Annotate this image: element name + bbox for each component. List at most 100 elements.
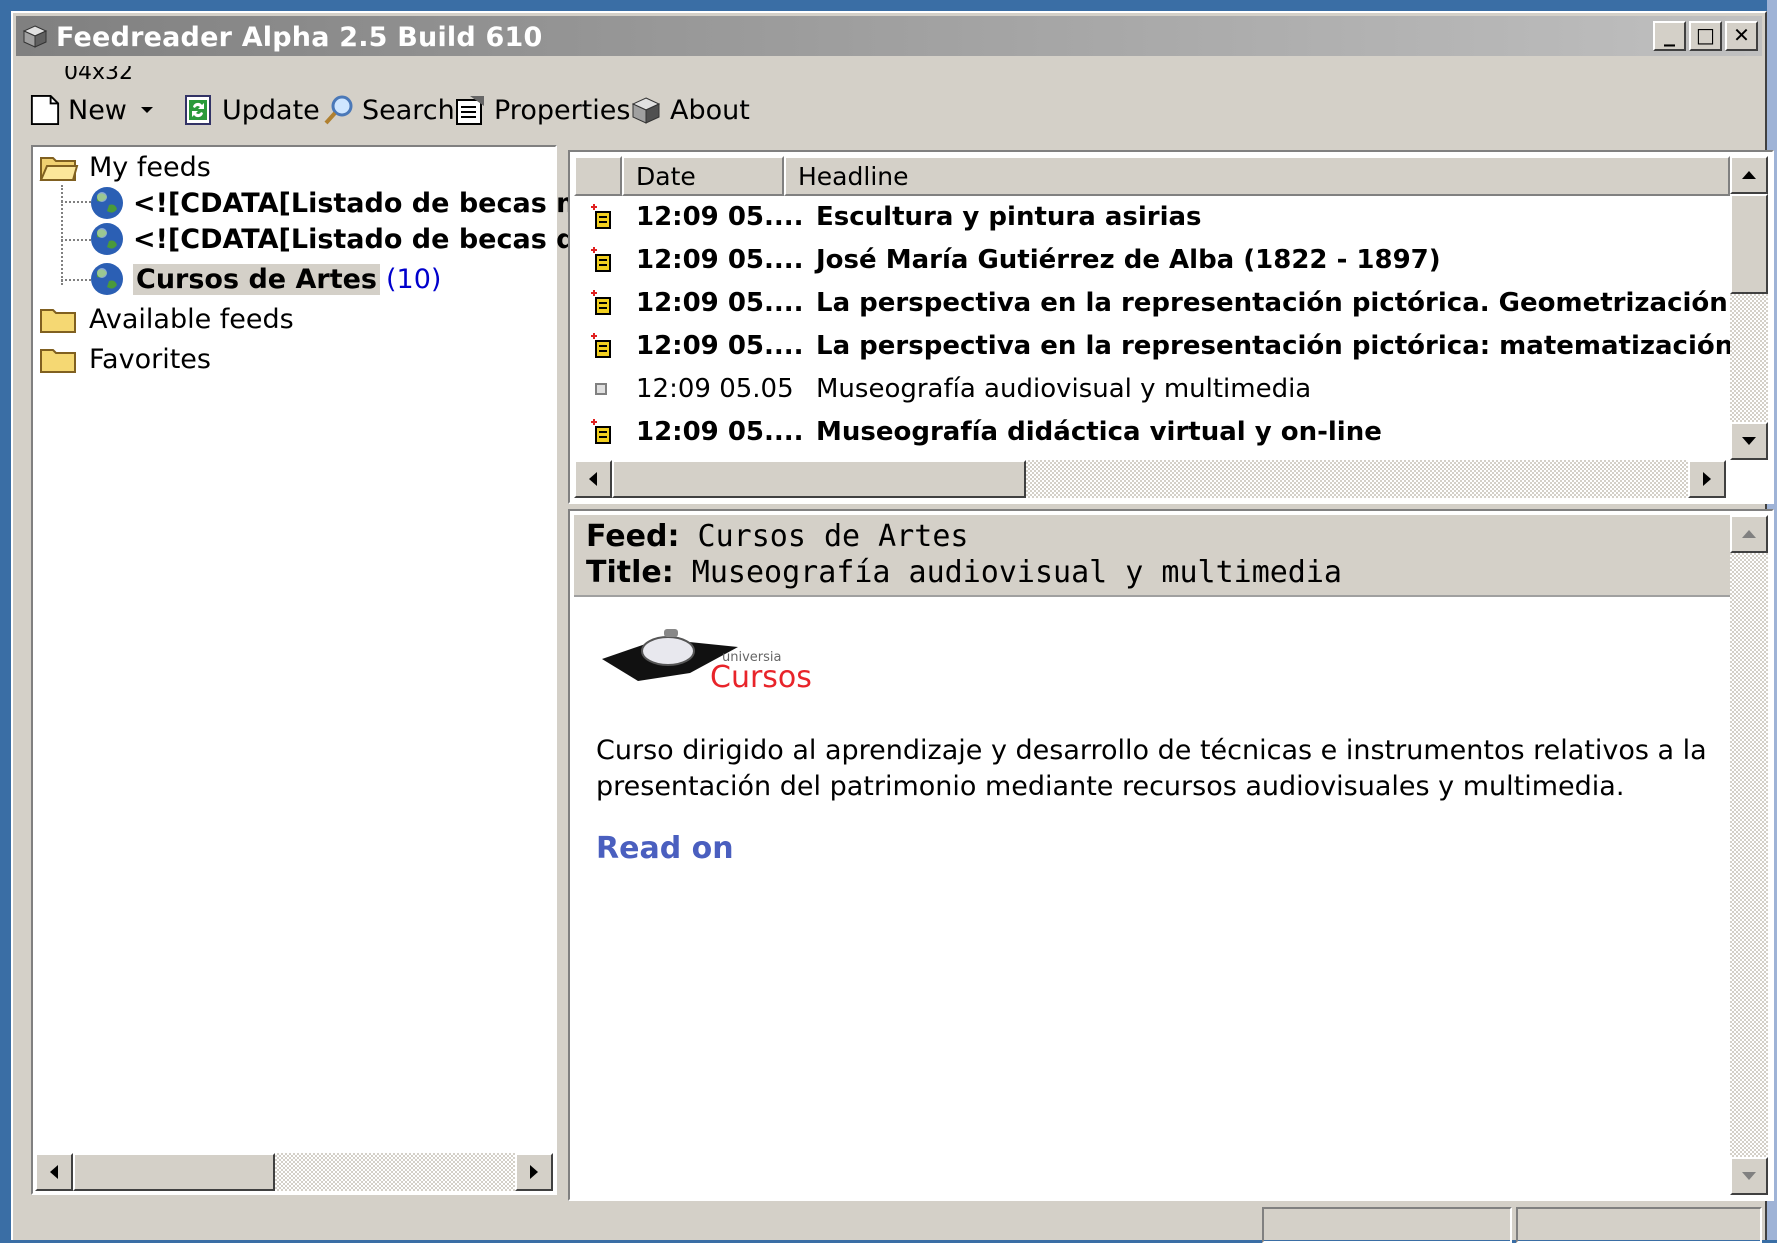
row-headline: La perspectiva en la representación pict… [816,331,1730,361]
about-cube-icon [631,97,661,124]
scroll-right-button[interactable] [515,1153,553,1191]
tree-item-feed[interactable]: <![CDATA[Listado de becas d [89,221,576,257]
row-date: 12:09 05.... [636,245,804,275]
article-body: Curso dirigido al aprendizaje y desarrol… [596,735,1707,802]
search-icon [324,95,353,125]
minimize-button[interactable]: _ [1653,21,1686,51]
scroll-down-button[interactable] [1730,422,1768,460]
tree-connector [61,201,91,203]
tree-item-feed[interactable]: <![CDATA[Listado de becas m [89,185,584,221]
title-bar[interactable]: Feedreader Alpha 2.5 Build 610 _ □ ✕ [16,16,1762,56]
table-row[interactable]: 12:09 05.... Escultura y pintura asirias [574,196,1730,238]
tree-item-cursos-de-artes[interactable]: Cursos de Artes (10) [89,261,441,297]
tree-connector [61,239,91,241]
globe-icon [91,223,123,255]
arrow-left-icon [50,1165,58,1179]
universia-cursos-logo: universia Cursos [602,629,812,695]
search-button[interactable]: Search [322,93,455,127]
row-date: 12:09 05.05 [636,374,794,404]
properties-button[interactable]: Properties [454,93,630,127]
globe-icon [91,263,123,295]
search-label: Search [362,94,455,126]
title-line: Title: Museografía audiovisual y multime… [586,555,1342,590]
properties-label: Properties [494,94,631,126]
arrow-down-icon [1742,437,1756,445]
close-button[interactable]: ✕ [1725,21,1758,51]
list-vertical-scrollbar[interactable] [1730,156,1768,460]
app-cube-icon [22,25,48,48]
about-label: About [670,94,750,126]
about-button[interactable]: About [630,93,750,127]
list-horizontal-scrollbar[interactable] [574,460,1726,498]
status-bar [16,1203,1762,1243]
headline-list[interactable]: Date Headline 12:09 05.... Escultura y pi… [568,150,1774,504]
unread-count: (10) [385,263,442,295]
feed-field-label: Feed: [586,519,680,554]
update-label: Update [222,94,320,126]
new-label: New [68,94,127,126]
column-header-headline[interactable]: Headline [784,156,1730,196]
new-button[interactable]: New [30,93,155,127]
folder-icon [40,349,76,373]
column-header-date[interactable]: Date [622,156,784,196]
folder-open-icon [39,157,79,181]
tree-item-favorites[interactable]: Favorites [39,341,211,377]
feed-label: <![CDATA[Listado de becas m [133,187,585,219]
tree-item-my-feeds[interactable]: My feeds [39,149,211,185]
preview-header: Feed: Cursos de Artes Title: Museografía… [574,515,1730,597]
globe-icon [91,187,123,219]
arrow-up-icon [1742,530,1756,538]
article-preview: Feed: Cursos de Artes Title: Museografía… [568,509,1774,1201]
scroll-up-button[interactable] [1730,515,1768,553]
row-headline: Museografía didáctica virtual y on-line [816,417,1382,447]
tree-connector [61,185,63,285]
scroll-left-button[interactable] [574,460,612,498]
read-on-link[interactable]: Read on [596,831,734,866]
title-field-value: Museografía audiovisual y multimedia [691,555,1342,590]
column-header-marker[interactable] [574,156,622,196]
tree-connector [61,279,91,281]
new-item-icon [591,419,611,444]
app-window: Feedreader Alpha 2.5 Build 610 _ □ ✕ 04x… [11,11,1774,1243]
table-row[interactable]: 12:09 05.05 Museografía audiovisual y mul… [574,368,1730,410]
properties-icon [456,96,484,125]
tree-horizontal-scrollbar[interactable] [35,1153,553,1191]
overlap-text: 04x32 [64,66,134,80]
update-button[interactable]: Update [182,93,320,127]
row-date: 12:09 05.... [636,331,804,361]
maximize-button[interactable]: □ [1689,21,1722,51]
table-row[interactable]: 12:09 05.... La perspectiva en la represe… [574,325,1730,367]
scroll-up-button[interactable] [1730,156,1768,194]
row-date: 12:09 05.... [636,288,804,318]
feed-line: Feed: Cursos de Artes [586,519,968,554]
new-item-icon [591,290,611,315]
status-pane [1262,1207,1512,1243]
tree-label: Favorites [89,343,211,375]
feed-field-value: Cursos de Artes [697,519,969,554]
tree-item-available-feeds[interactable]: Available feeds [39,301,294,337]
row-headline: Museografía audiovisual y multimedia [816,374,1312,404]
title-field-label: Title: [586,555,674,590]
new-document-icon [30,95,60,125]
folder-icon [40,309,76,333]
window-title: Feedreader Alpha 2.5 Build 610 [56,22,543,53]
preview-vertical-scrollbar[interactable] [1730,515,1768,1195]
tree-label: Available feeds [89,303,294,335]
feed-tree[interactable]: My feeds <![CDATA[Listado de becas m <![… [31,145,584,1195]
table-row[interactable]: 12:09 05.... La perspectiva en la represe… [574,282,1730,324]
arrow-down-icon [1742,1172,1756,1180]
scroll-left-button[interactable] [35,1153,73,1191]
scroll-thumb[interactable] [612,460,1026,498]
scroll-down-button[interactable] [1730,1157,1768,1195]
tree-label: My feeds [89,151,211,183]
scroll-thumb[interactable] [73,1153,275,1191]
toolbar: 04x32 New Update Search Properties About [16,63,1762,137]
table-row[interactable]: 12:09 05.... Museografía didáctica virtua… [574,411,1730,453]
row-headline: La perspectiva en la representación pict… [816,288,1730,318]
scroll-right-button[interactable] [1688,460,1726,498]
status-pane [1516,1207,1762,1243]
row-date: 12:09 05.... [636,417,804,447]
table-row[interactable]: 12:09 05.... José María Gutiérrez de Alba… [574,239,1730,281]
arrow-left-icon [589,472,597,486]
scroll-thumb[interactable] [1730,194,1768,294]
